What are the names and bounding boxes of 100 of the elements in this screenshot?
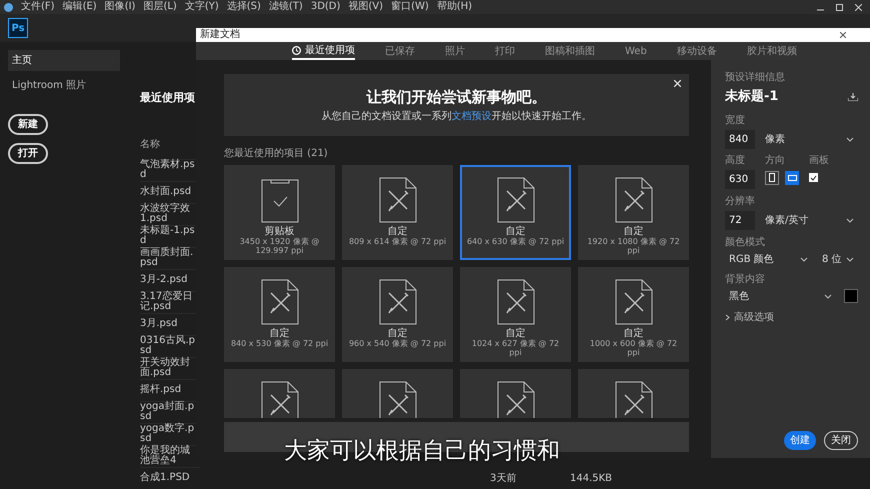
artboard-checkbox[interactable] — [809, 173, 818, 182]
background-color-swatch[interactable] — [844, 289, 858, 303]
bit-depth-dropdown[interactable]: 8 位 — [818, 252, 858, 266]
preset-card[interactable]: 自定 960 x 540 像素 @ 72 ppi — [342, 267, 453, 362]
portrait-orientation-button[interactable] — [765, 170, 779, 184]
width-field[interactable]: 840 — [725, 130, 755, 148]
preset-card[interactable]: 自定 809 x 614 像素 @ 72 ppi — [342, 165, 453, 260]
document-pencil-ruler-icon — [614, 279, 652, 325]
tab[interactable]: 打印 — [495, 42, 515, 60]
presets-link[interactable]: 文档预设 — [452, 110, 492, 122]
preset-size: 1000 x 600 像素 @ 72 ppi — [588, 339, 678, 357]
background-dropdown[interactable]: 黑色 — [725, 288, 836, 304]
height-field[interactable]: 630 — [725, 170, 755, 188]
preset-card[interactable]: 剪贴板 3450 x 1920 像素 @ 129.997 ppi — [224, 165, 335, 260]
chevron-down-icon — [824, 294, 832, 298]
document-pencil-ruler-icon — [496, 177, 534, 223]
document-pencil-ruler-icon — [378, 279, 416, 325]
video-subtitle: 大家可以根据自己的习惯和 — [284, 437, 560, 466]
tab[interactable]: Web — [625, 42, 647, 60]
document-pencil-ruler-icon — [496, 381, 534, 418]
preset-card[interactable]: 自定 1024 x 627 像素 @ 72 ppi — [460, 267, 571, 362]
preset-size: 1920 x 1080 像素 @ 72 ppi — [586, 237, 681, 255]
preset-card[interactable]: 自定 1000 x 600 像素 @ 72 ppi — [578, 267, 689, 362]
menu-item[interactable]: 视图(V) — [348, 2, 384, 12]
dialog-button[interactable]: 关闭 — [824, 431, 858, 450]
menu-item[interactable]: 图层(L) — [143, 2, 177, 12]
menu-item[interactable]: 文件(F) — [21, 2, 55, 12]
document-pencil-ruler-icon — [378, 381, 416, 418]
preset-size: 640 x 630 像素 @ 72 ppi — [466, 237, 566, 246]
banner-title: 让我们开始尝试新事物吧。 — [366, 87, 546, 108]
sidebar-item[interactable]: Lightroom 照片 — [8, 75, 120, 96]
save-preset-icon[interactable] — [848, 92, 858, 101]
file-name[interactable]: 3月.psd — [140, 319, 196, 329]
document-pencil-ruler-icon — [260, 381, 298, 418]
file-size: 144.5KB — [570, 472, 612, 486]
tab[interactable]: 图稿和插图 — [545, 42, 595, 60]
file-name[interactable]: 水封面.psd — [140, 187, 196, 197]
menu-item[interactable]: 图像(I) — [104, 2, 136, 12]
preset-card[interactable]: 自定 640 x 630 像素 @ 72 ppi — [460, 165, 571, 260]
field-label: 分辨率 — [725, 194, 756, 208]
close-icon[interactable] — [840, 32, 846, 38]
file-name[interactable]: 3.17恋爱日记.psd — [140, 292, 196, 312]
unit-dropdown[interactable]: 像素 — [761, 130, 858, 148]
menu-item[interactable]: 3D(D) — [310, 2, 340, 12]
document-pencil-ruler-icon — [614, 177, 652, 223]
field-label: 宽度 — [725, 114, 746, 128]
preset-size: 1024 x 627 像素 @ 72 ppi — [470, 339, 560, 357]
file-name[interactable]: 合成1.PSD — [140, 473, 196, 483]
preset-name: 自定 — [506, 226, 526, 237]
document-pencil-ruler-icon — [614, 381, 652, 418]
preset-name: 自定 — [270, 328, 290, 339]
document-name: 未标题-1 — [725, 88, 778, 106]
resolution-field[interactable]: 72 — [725, 210, 755, 230]
menu-item[interactable]: 帮助(H) — [436, 2, 472, 12]
chevron-down-icon — [800, 256, 808, 262]
tab[interactable]: 已保存 — [385, 42, 415, 60]
tab[interactable]: 照片 — [445, 42, 465, 60]
chevron-down-icon — [846, 218, 854, 222]
sidebar-button[interactable]: 打开 — [8, 143, 48, 164]
file-name[interactable]: 未标题-1.psd — [140, 226, 196, 246]
preset-name: 自定 — [624, 328, 644, 339]
menu-item[interactable]: 选择(S) — [226, 2, 261, 12]
file-name[interactable]: 你是我的城池营垒4 — [140, 446, 196, 466]
field-label: 方向 — [765, 154, 786, 168]
preset-size: 809 x 614 像素 @ 72 ppi — [348, 237, 448, 246]
section-label: 您最近使用的项目 (21) — [224, 146, 329, 161]
menu-item[interactable]: 滤镜(T) — [268, 2, 303, 12]
file-name[interactable]: 画画质封面.psd — [140, 248, 196, 268]
preset-card[interactable]: 自定 1920 x 1080 像素 @ 72 ppi — [578, 165, 689, 260]
menu-item[interactable]: 编辑(E) — [62, 2, 97, 12]
preset-name: 自定 — [506, 328, 526, 339]
file-name[interactable]: 3月-2.psd — [140, 275, 196, 285]
clock-icon — [292, 46, 301, 54]
document-pencil-ruler-icon — [378, 177, 416, 223]
recent-title: 最近使用项 — [140, 90, 196, 106]
dialog-title: 新建文档 — [200, 30, 240, 40]
sidebar-item[interactable]: 主页 — [8, 50, 120, 71]
dialog-button[interactable]: 创建 — [784, 431, 816, 450]
color-mode-dropdown[interactable]: RGB 颜色 — [725, 252, 812, 266]
file-name[interactable]: 开关动效封面.psd — [140, 358, 196, 378]
file-name[interactable]: 摇杆.psd — [140, 385, 196, 395]
menu-item[interactable]: 文字(Y) — [184, 2, 219, 12]
file-name[interactable]: 水波纹字效1.psd — [140, 204, 196, 224]
preset-details-label: 预设详细信息 — [725, 70, 786, 85]
field-label: 背景内容 — [725, 272, 766, 286]
landscape-orientation-button[interactable] — [785, 170, 799, 184]
preset-size: 3450 x 1920 像素 @ 129.997 ppi — [238, 237, 320, 255]
tab[interactable]: 移动设备 — [676, 42, 717, 60]
app-icon — [4, 2, 13, 12]
menu-item[interactable]: 窗口(W) — [391, 2, 429, 12]
file-name[interactable]: yoga数字.psd — [140, 424, 196, 444]
unit-dropdown[interactable]: 像素/英寸 — [761, 210, 858, 230]
file-name[interactable]: 0316古风.psd — [140, 336, 196, 356]
preset-card[interactable]: 自定 840 x 530 像素 @ 72 ppi — [224, 267, 335, 362]
sidebar-button[interactable]: 新建 — [8, 114, 48, 135]
file-name[interactable]: 气泡素材.psd — [140, 160, 196, 180]
tab[interactable]: 胶片和视频 — [746, 42, 797, 60]
maximize-icon[interactable] — [836, 4, 843, 10]
field-label: 高度 — [725, 154, 746, 168]
advanced-options-toggle[interactable]: 高级选项 — [734, 310, 774, 324]
